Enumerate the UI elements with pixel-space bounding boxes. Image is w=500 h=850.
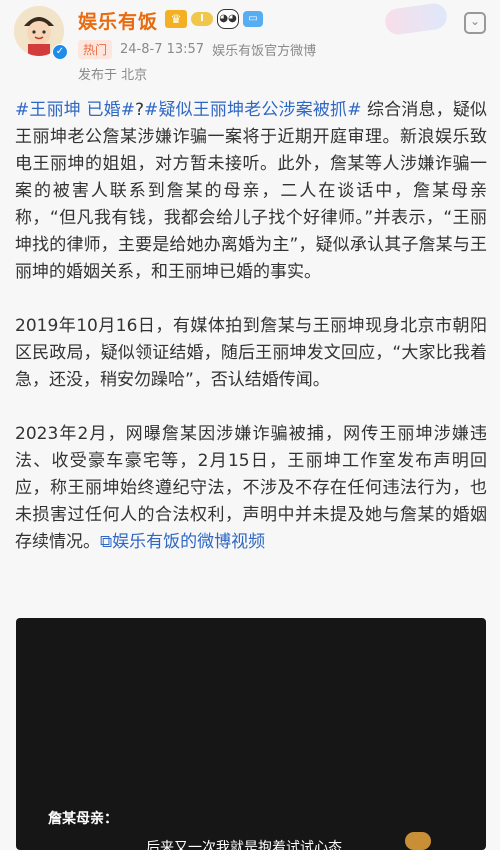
crown-icon[interactable]: ♛: [165, 10, 187, 28]
post-location: 发布于 北京: [78, 68, 148, 83]
username[interactable]: 娱乐有饭: [78, 7, 158, 34]
decoration-sticker: [383, 1, 449, 37]
verified-icon: ✓: [52, 44, 68, 60]
hashtag-link[interactable]: #王丽坤 已婚#: [15, 100, 135, 120]
video-speaker-caption: 詹某母亲：: [48, 811, 118, 827]
video-subtitle: 后来又一次我就是抱着试试心态: [146, 840, 342, 850]
level-badge[interactable]: I: [191, 12, 213, 26]
paragraph-text: 综合消息，疑似王丽坤老公詹某涉嫌诈骗一案将于近期开庭审理。新浪娱乐致电王丽坤的姐…: [15, 100, 487, 282]
more-options-icon[interactable]: ⌄: [464, 12, 486, 34]
hot-tag: 热门: [78, 40, 113, 59]
post-content: #王丽坤 已婚#?#疑似王丽坤老公涉案被抓# 综合消息，疑似王丽坤老公詹某涉嫌诈…: [15, 97, 487, 583]
post-date: 24-8-7 13:57: [120, 42, 205, 57]
paragraph-2: 2019年10月16日，有媒体拍到詹某与王丽坤现身北京市朝阳区民政局，疑似领证结…: [15, 316, 487, 390]
user-badges: ♛ I ◕◕ ▭: [165, 8, 263, 30]
video-player[interactable]: 詹某母亲： 后来又一次我就是抱着试试心态: [16, 618, 486, 850]
paragraph-1: #王丽坤 已婚#?#疑似王丽坤老公涉案被抓# 综合消息，疑似王丽坤老公詹某涉嫌诈…: [15, 97, 487, 286]
post-header: ✓ 娱乐有饭 ♛ I ◕◕ ▭ ⌄ 热门 24-8-7 13:57 娱乐有饭官方…: [0, 0, 500, 95]
hashtag-link[interactable]: #疑似王丽坤老公涉案被抓#: [144, 100, 361, 120]
post-source: 娱乐有饭官方微博: [212, 44, 317, 59]
post-meta: 热门 24-8-7 13:57 娱乐有饭官方微博: [78, 40, 316, 59]
video-link-text: 娱乐有饭的微博视频: [112, 532, 266, 552]
video-link[interactable]: ⧉娱乐有饭的微博视频: [100, 532, 265, 552]
paragraph-3: 2023年2月，网曝詹某因涉嫌诈骗被捕，网传王丽坤涉嫌违法、收受豪车豪宅等，2月…: [15, 421, 487, 556]
watermark-icon: [405, 832, 431, 850]
tv-icon[interactable]: ▭: [243, 11, 263, 27]
video-link-icon: ⧉: [100, 532, 113, 552]
question-mark: ?: [135, 100, 145, 120]
panda-icon[interactable]: ◕◕: [217, 9, 239, 29]
